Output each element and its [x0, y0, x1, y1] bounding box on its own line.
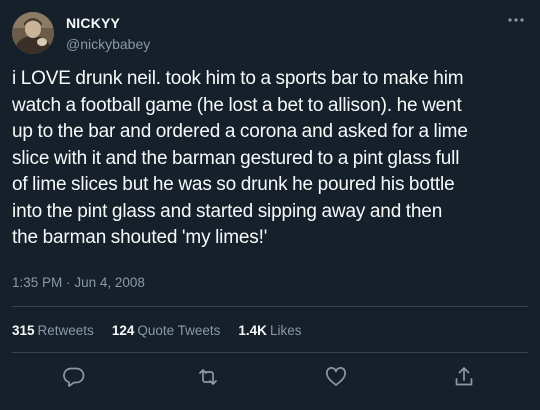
retweet-icon: [199, 369, 217, 385]
reply-icon: [63, 367, 85, 387]
engagement-stats: 315 Retweets 124 Quote Tweets 1.4K Likes: [12, 322, 319, 340]
display-name[interactable]: NICKYY: [66, 14, 150, 32]
author-names: NICKYY @nickybabey: [66, 14, 150, 54]
user-handle[interactable]: @nickybabey: [66, 34, 150, 54]
retweets-label: Retweets: [37, 323, 94, 338]
tweet-timestamp: 1:35 PM · Jun 4, 2008: [12, 274, 145, 292]
tweet-text: i LOVE drunk neil. took him to a sports …: [12, 66, 532, 252]
more-horizontal-icon: [508, 18, 524, 22]
retweet-button[interactable]: [194, 363, 222, 391]
avatar[interactable]: [12, 12, 54, 54]
likes-count: 1.4K: [238, 323, 267, 338]
like-button[interactable]: [322, 363, 350, 391]
tweet-actions: [0, 363, 540, 391]
tweet-detail: NICKYY @nickybabey i LOVE drunk neil. to…: [0, 0, 540, 410]
tweet-text-line: slice with it and the barman gestured to…: [12, 147, 460, 169]
timestamp-separator: ·: [66, 275, 71, 290]
reply-button[interactable]: [60, 363, 88, 391]
likes-label: Likes: [269, 323, 302, 338]
tweet-text-line: watch a football game (he lost a bet to …: [12, 94, 462, 116]
tweet-text-line: i LOVE drunk neil. took him to a sports …: [12, 68, 464, 89]
share-button[interactable]: [450, 363, 478, 391]
tweet-text-line: up to the bar and ordered a corona and a…: [12, 121, 468, 142]
more-options-button[interactable]: [506, 12, 526, 28]
tweet-header: NICKYY @nickybabey: [12, 12, 528, 56]
tweet-time: 1:35 PM: [12, 275, 63, 290]
quote-tweets-stat[interactable]: 124 Quote Tweets: [112, 322, 221, 340]
tweet-text-line: into the pint glass and started sipping …: [12, 200, 443, 222]
retweets-count: 315: [12, 323, 35, 338]
quote-tweets-label: Quote Tweets: [137, 323, 221, 338]
divider: [12, 352, 528, 353]
tweet-date: Jun 4, 2008: [74, 275, 145, 290]
tweet-text-line: the barman shouted 'my limes!': [12, 227, 268, 248]
tweet-text-line: of lime slices but he was so drunk he po…: [12, 174, 455, 195]
retweets-stat[interactable]: 315 Retweets: [12, 322, 94, 340]
heart-icon: [326, 367, 346, 386]
share-icon: [455, 367, 473, 386]
likes-stat[interactable]: 1.4K Likes: [238, 322, 301, 340]
quote-tweets-count: 124: [111, 323, 135, 338]
tweet-time-link[interactable]: 1:35 PM · Jun 4, 2008: [12, 275, 145, 290]
divider: [12, 306, 528, 307]
